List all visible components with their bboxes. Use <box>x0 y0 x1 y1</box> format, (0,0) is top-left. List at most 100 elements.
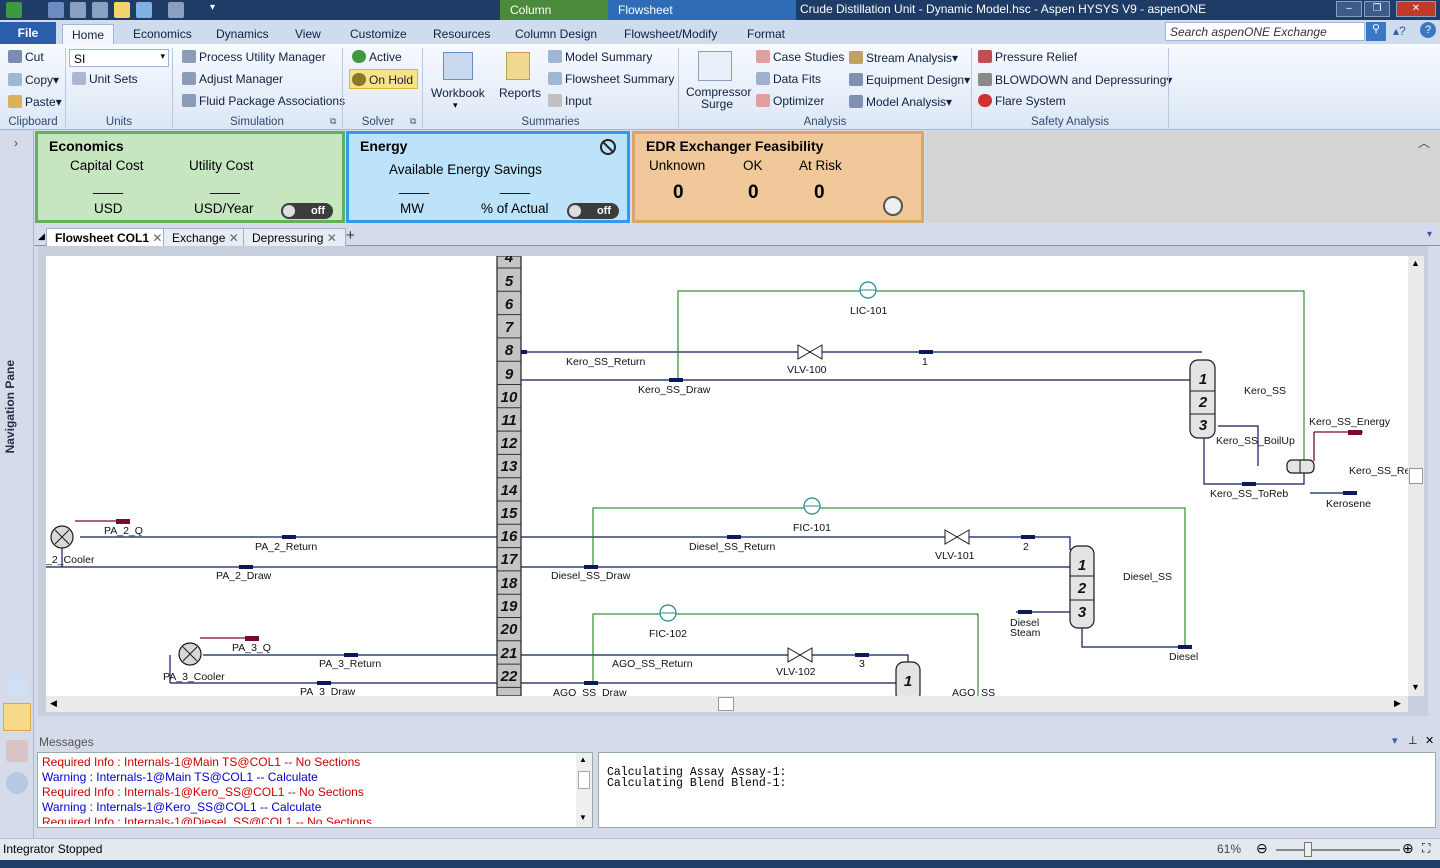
no-entry-icon[interactable] <box>600 139 616 155</box>
edr-feasibility-dashboard[interactable]: EDR Exchanger Feasibility Unknown OK At … <box>632 131 924 223</box>
economics-dashboard[interactable]: Economics Capital Cost Utility Cost ____… <box>35 131 345 223</box>
equipment-design-button[interactable]: Equipment Design▾ <box>849 73 970 87</box>
vertical-scroll-thumb[interactable] <box>1409 468 1423 484</box>
vlv-100-label[interactable]: VLV-100 <box>787 364 827 376</box>
tab-flowsheet-modify[interactable]: Flowsheet/Modify <box>624 24 717 44</box>
flowsheet-summary-button[interactable]: Flowsheet Summary <box>548 72 674 86</box>
lic-101-label[interactable]: LIC-101 <box>850 305 888 317</box>
zoom-in-icon[interactable]: ⊕ <box>1402 840 1414 857</box>
hysys-app-icon[interactable] <box>6 2 22 18</box>
kero-ss-draw-label[interactable]: Kero_SS_Draw <box>638 384 711 396</box>
diesel-steam-label-2[interactable]: Steam <box>1010 627 1041 639</box>
close-messages-icon[interactable]: ✕ <box>1425 734 1434 747</box>
calculation-log[interactable]: Calculating Assay Assay-1: Calculating B… <box>598 752 1436 828</box>
restore-icon[interactable]: ❐ <box>1364 1 1390 17</box>
compressor-surge-icon[interactable] <box>698 51 732 81</box>
tab-file[interactable]: File <box>0 22 56 44</box>
pin-icon[interactable]: ⊥ <box>1408 734 1418 747</box>
fic-101-label[interactable]: FIC-101 <box>793 522 831 534</box>
ago-ss-draw-label[interactable]: AGO_SS_Draw <box>553 687 627 696</box>
safety-analysis-icon[interactable] <box>6 740 28 762</box>
scroll-down-icon[interactable]: ▼ <box>579 813 587 822</box>
tab-view[interactable]: View <box>295 24 321 44</box>
solver-active-button[interactable]: Active <box>352 50 402 64</box>
pa-3-cooler-label[interactable]: PA_3_Cooler <box>163 671 225 683</box>
customize-qat-icon[interactable]: ▾ <box>210 2 215 13</box>
simulation-flowsheet-icon[interactable] <box>3 703 31 731</box>
scroll-up-icon[interactable]: ▲ <box>579 755 587 764</box>
copy-button[interactable]: Copy▾ <box>8 73 59 87</box>
tab-flowsheet-col1[interactable]: Flowsheet COL1 ✕ <box>46 228 172 246</box>
flare-system-button[interactable]: Flare System <box>978 94 1066 108</box>
vlv-101-label[interactable]: VLV-101 <box>935 550 975 562</box>
scroll-up-icon[interactable]: ▲ <box>1411 258 1420 268</box>
cut-button[interactable]: Cut <box>8 50 44 64</box>
search-icon[interactable]: ⚲ <box>1366 22 1386 41</box>
edr-settings-icon[interactable] <box>883 196 903 216</box>
stream-2-label[interactable]: 2 <box>1023 541 1029 553</box>
tab-home[interactable]: Home <box>62 24 114 44</box>
horizontal-scroll-thumb[interactable] <box>718 697 734 711</box>
economics-toggle[interactable]: off <box>281 203 333 219</box>
horizontal-scrollbar[interactable]: ◀ ▶ <box>46 696 1408 712</box>
folder-icon[interactable] <box>114 2 130 18</box>
kero-ss-re-label[interactable]: Kero_SS_Re <box>1349 465 1408 477</box>
tab-list-chevron-icon[interactable]: ▾ <box>1427 229 1432 240</box>
save-icon[interactable] <box>48 2 64 18</box>
tab-format[interactable]: Format <box>747 24 785 44</box>
vlv-102-label[interactable]: VLV-102 <box>776 666 816 678</box>
tab-depressuring[interactable]: Depressuring ✕ <box>243 228 346 246</box>
model-summary-button[interactable]: Model Summary <box>548 50 652 64</box>
help-icon[interactable]: ▴? <box>1393 24 1406 38</box>
expand-nav-icon[interactable]: › <box>14 136 18 150</box>
navigation-pane-collapsed[interactable] <box>0 130 34 840</box>
energy-dashboard[interactable]: Energy Available Energy Savings ____ ___… <box>346 131 630 223</box>
info-icon[interactable]: ? <box>1420 22 1436 38</box>
data-fits-button[interactable]: Data Fits <box>756 72 821 86</box>
globe-icon[interactable] <box>136 2 152 18</box>
unit-set-select[interactable]: SI ▾ <box>69 49 169 67</box>
scroll-down-icon[interactable]: ▼ <box>1411 682 1420 692</box>
pa-3-q-label[interactable]: PA_3_Q <box>232 642 271 654</box>
close-tab-icon[interactable]: ✕ <box>327 231 337 245</box>
kero-ss-energy-label[interactable]: Kero_SS_Energy <box>1309 416 1391 428</box>
pa-2-draw-label[interactable]: PA_2_Draw <box>216 570 272 582</box>
navigation-pane-label[interactable]: Navigation Pane <box>3 360 17 453</box>
energy-toggle[interactable]: off <box>567 203 619 219</box>
kerosene-label[interactable]: Kerosene <box>1326 498 1371 510</box>
tab-economics[interactable]: Economics <box>133 24 192 44</box>
close-tab-icon[interactable]: ✕ <box>229 231 239 245</box>
zoom-slider[interactable] <box>1276 849 1400 851</box>
undo-icon[interactable] <box>70 2 86 18</box>
pa-2-q-label[interactable]: PA_2_Q <box>104 525 143 537</box>
close-tab-icon[interactable]: ✕ <box>152 231 162 245</box>
dialog-launcher-icon[interactable]: ⧉ <box>410 116 416 127</box>
diesel-ss-draw-label[interactable]: Diesel_SS_Draw <box>551 570 631 582</box>
diesel-ss-return-label[interactable]: Diesel_SS_Return <box>689 541 776 553</box>
kero-ss-boilup-label[interactable]: Kero_SS_BoilUp <box>1216 435 1295 447</box>
tab-dynamics[interactable]: Dynamics <box>216 24 269 44</box>
kero-ss-label[interactable]: Kero_SS <box>1244 385 1286 397</box>
fluid-package-associations-button[interactable]: Fluid Package Associations <box>182 94 345 108</box>
kero-ss-toreb-label[interactable]: Kero_SS_ToReb <box>1210 488 1288 500</box>
paste-button[interactable]: Paste▾ <box>8 95 62 109</box>
unit-sets-button[interactable]: Unit Sets <box>72 72 138 86</box>
context-tab-column[interactable]: Column <box>500 0 608 20</box>
input-button[interactable]: Input <box>548 94 592 108</box>
stream-3-label[interactable]: 3 <box>859 658 865 670</box>
pa-2-return-label[interactable]: PA_2_Return <box>255 541 317 553</box>
diesel-product-label[interactable]: Diesel <box>1169 651 1198 663</box>
compressor-surge-button[interactable]: Compressor Surge <box>686 86 751 110</box>
fic-102-label[interactable]: FIC-102 <box>649 628 687 640</box>
vertical-scrollbar[interactable]: ▲ ▼ <box>1408 256 1424 696</box>
kero-ss-return-label[interactable]: Kero_SS_Return <box>566 356 646 368</box>
scroll-left-icon[interactable]: ◀ <box>50 698 57 709</box>
dialog-launcher-icon[interactable]: ⧉ <box>330 116 336 127</box>
flowsheet-canvas[interactable]: 4 5 6 7 8 9 10 11 12 13 14 15 16 17 18 1… <box>46 256 1408 696</box>
fit-view-icon[interactable]: ⛶ <box>1422 841 1430 856</box>
ago-ss-return-label[interactable]: AGO_SS_Return <box>612 658 693 670</box>
redo-icon[interactable] <box>92 2 108 18</box>
stream-1-label[interactable]: 1 <box>922 356 928 368</box>
collapse-dashboard-icon[interactable]: ︿ <box>1418 134 1430 151</box>
tab-resources[interactable]: Resources <box>433 24 490 44</box>
